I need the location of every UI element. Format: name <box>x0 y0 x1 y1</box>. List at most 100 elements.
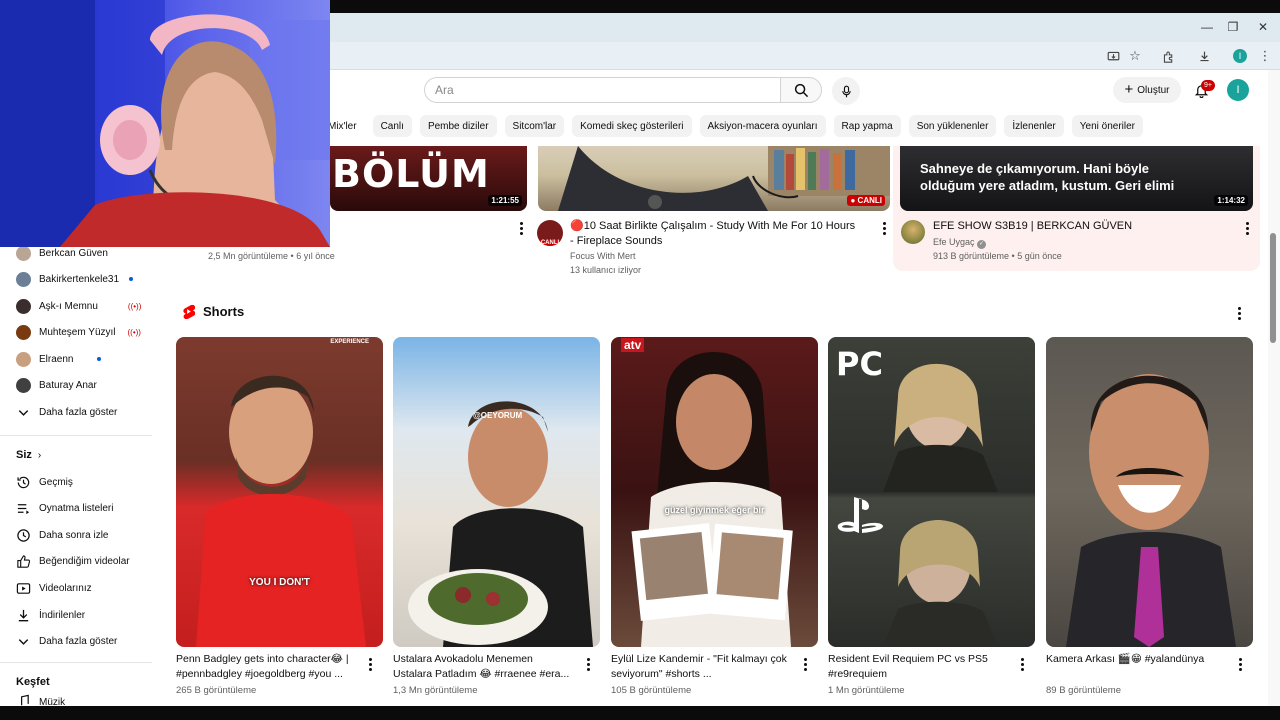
sidebar-item-playlists[interactable]: Oynatma listeleri <box>16 497 156 519</box>
person-illustration <box>196 375 366 647</box>
channel-avatar <box>16 324 31 340</box>
watch-later-icon <box>16 528 31 543</box>
shorts-more-actions-icon[interactable] <box>1233 305 1245 321</box>
channel-name[interactable]: Efe Uygaç ✓ <box>933 237 987 249</box>
page-scrollbar-thumb[interactable] <box>1270 233 1276 343</box>
more-actions-icon[interactable] <box>1241 220 1253 236</box>
short-thumbnail[interactable]: @OEYORUM <box>393 337 600 647</box>
sidebar-item-watch-later[interactable]: Daha sonra izle <box>16 524 156 546</box>
cartoon-illustration <box>558 146 890 211</box>
search-input[interactable]: Ara <box>424 77 780 103</box>
downloads-toolbar-icon[interactable] <box>1194 46 1214 66</box>
video-meta: 2,5 Mn görüntüleme • 6 yıl önce <box>208 251 335 261</box>
thumbnail-text: BÖLÜM <box>332 152 490 196</box>
bookmark-star-icon[interactable]: ☆ <box>1125 46 1145 66</box>
notification-count-badge: 9+ <box>1201 80 1215 91</box>
more-actions-icon[interactable] <box>1016 656 1028 672</box>
close-icon[interactable]: ✕ <box>1253 17 1273 37</box>
page-scrollbar[interactable] <box>1268 70 1280 706</box>
you-section-heading[interactable]: Siz › <box>16 449 41 461</box>
video-thumbnail[interactable]: ● CANLI <box>538 146 890 211</box>
chip-action-adventure[interactable]: Aksiyon-macera oyunları <box>699 115 826 137</box>
person-illustration <box>631 352 793 647</box>
chip-new-to-you[interactable]: Yeni öneriler <box>1071 115 1143 137</box>
more-actions-icon[interactable] <box>582 656 594 672</box>
video-thumbnail[interactable]: BÖLÜM 1:21:55 <box>330 146 527 211</box>
more-actions-icon[interactable] <box>364 656 376 672</box>
game-character-illustration <box>883 363 998 647</box>
sidebar-item-liked-videos[interactable]: Beğendiğim videolar <box>16 550 156 572</box>
more-actions-icon[interactable] <box>1234 656 1246 672</box>
chip-rap[interactable]: Rap yapma <box>833 115 901 137</box>
channel-avatar <box>16 298 31 314</box>
minimize-icon[interactable]: — <box>1197 17 1217 37</box>
sidebar-item-subscription[interactable]: Bakirkertenkele31 <box>16 268 156 290</box>
video-title[interactable]: 🔴10 Saat Birlikte Çalışalım - Study With… <box>570 219 860 249</box>
more-actions-icon[interactable] <box>515 220 527 236</box>
video-title[interactable]: EFE SHOW S3B19 | BERKCAN GÜVEN <box>933 219 1233 234</box>
chip-sitcoms[interactable]: Sitcom'lar <box>504 115 565 137</box>
short-caption: güzel giyinmek eğer bir <box>664 505 765 515</box>
plus-icon: + <box>1124 81 1134 98</box>
sidebar-item-history[interactable]: Geçmiş <box>16 471 156 493</box>
video-duration: 1:21:55 <box>488 195 522 206</box>
short-views: 105 B görüntüleme <box>611 685 692 696</box>
playstation-logo-icon <box>837 497 883 533</box>
channel-avatar[interactable]: CANLI <box>537 220 563 246</box>
live-badge: ● CANLI <box>847 195 885 206</box>
sidebar-item-subscription[interactable]: Elraenn <box>16 348 156 370</box>
voice-search-button[interactable] <box>832 77 860 105</box>
short-views: 1,3 Mn görüntüleme <box>393 685 478 696</box>
install-app-icon[interactable] <box>1103 46 1123 66</box>
verified-icon: ✓ <box>977 240 987 249</box>
sidebar-item-your-videos[interactable]: Videolarınız <box>16 577 156 599</box>
search-button[interactable] <box>780 77 822 103</box>
short-title[interactable]: Penn Badgley gets into character😂 | #pen… <box>176 652 356 682</box>
new-content-dot <box>129 277 134 281</box>
show-more-subscriptions[interactable]: Daha fazla göster <box>16 401 156 423</box>
microphone-icon <box>841 85 851 97</box>
short-thumbnail[interactable]: EXPERIENCE YOU I DON'T <box>176 337 383 647</box>
channel-logo-label: atv <box>621 338 645 352</box>
chip-comedy-sketch[interactable]: Komedi skeç gösterileri <box>572 115 692 137</box>
chip-live[interactable]: Canlı <box>372 115 412 137</box>
short-title[interactable]: Kamera Arkası 🎬😁 #yalandünya <box>1046 652 1226 667</box>
channel-avatar[interactable] <box>901 220 925 244</box>
short-title[interactable]: Eylül Lize Kandemir - "Fit kalmayı çok s… <box>611 652 791 682</box>
new-content-dot <box>97 357 102 361</box>
chip-recently-uploaded[interactable]: Son yüklenenler <box>908 115 997 137</box>
short-views: 1 Mn görüntüleme <box>828 685 905 696</box>
video-thumbnail[interactable]: Sahneye de çıkamıyorum. Hani böyle olduğ… <box>900 146 1253 211</box>
video-meta: 913 B görüntüleme • 5 gün önce <box>933 251 1062 261</box>
short-title[interactable]: Ustalara Avokadolu Menemen Ustalara Patl… <box>393 652 573 682</box>
streamer-webcam-image <box>0 0 330 247</box>
chip-watched[interactable]: İzlenenler <box>1004 115 1064 137</box>
short-thumbnail[interactable] <box>1046 337 1253 647</box>
browser-menu-icon[interactable]: ⋮ <box>1255 46 1275 66</box>
liked-videos-icon <box>16 554 31 569</box>
account-avatar[interactable]: I <box>1227 79 1249 101</box>
chip-soap-operas[interactable]: Pembe diziler <box>419 115 497 137</box>
shorts-logo-icon <box>183 304 195 319</box>
sidebar-item-music[interactable]: Müzik <box>16 694 156 706</box>
short-views: 89 B görüntüleme <box>1046 685 1121 696</box>
extensions-icon[interactable] <box>1158 46 1178 66</box>
restore-icon[interactable]: ❐ <box>1223 17 1243 37</box>
channel-name[interactable]: Focus With Mert <box>570 251 636 261</box>
short-thumbnail[interactable]: PC <box>828 337 1035 647</box>
sidebar-item-subscription[interactable]: Muhteşem Yüzyıl ((•)) <box>16 321 156 343</box>
sidebar-item-subscription[interactable]: Aşk-ı Memnu ((•)) <box>16 295 156 317</box>
sidebar-item-subscription[interactable]: Baturay Anar <box>16 374 156 396</box>
more-actions-icon[interactable] <box>878 220 890 236</box>
short-title[interactable]: Resident Evil Requiem PC vs PS5 #re9requ… <box>828 652 1008 682</box>
short-thumbnail[interactable]: atv güzel giyinmek eğer bir <box>611 337 818 647</box>
sidebar-item-downloads[interactable]: İndirilenler <box>16 604 156 626</box>
more-actions-icon[interactable] <box>799 656 811 672</box>
profile-icon[interactable]: I <box>1230 46 1250 66</box>
video-duration: 1:14:32 <box>1214 195 1248 206</box>
show-more-you[interactable]: Daha fazla göster <box>16 630 156 652</box>
playlists-icon <box>16 501 31 516</box>
short-views: 265 B görüntüleme <box>176 685 257 696</box>
thumbnail-subtitle: Sahneye de çıkamıyorum. Hani böyle olduğ… <box>920 161 1175 193</box>
create-button[interactable]: + Oluştur <box>1113 77 1181 103</box>
